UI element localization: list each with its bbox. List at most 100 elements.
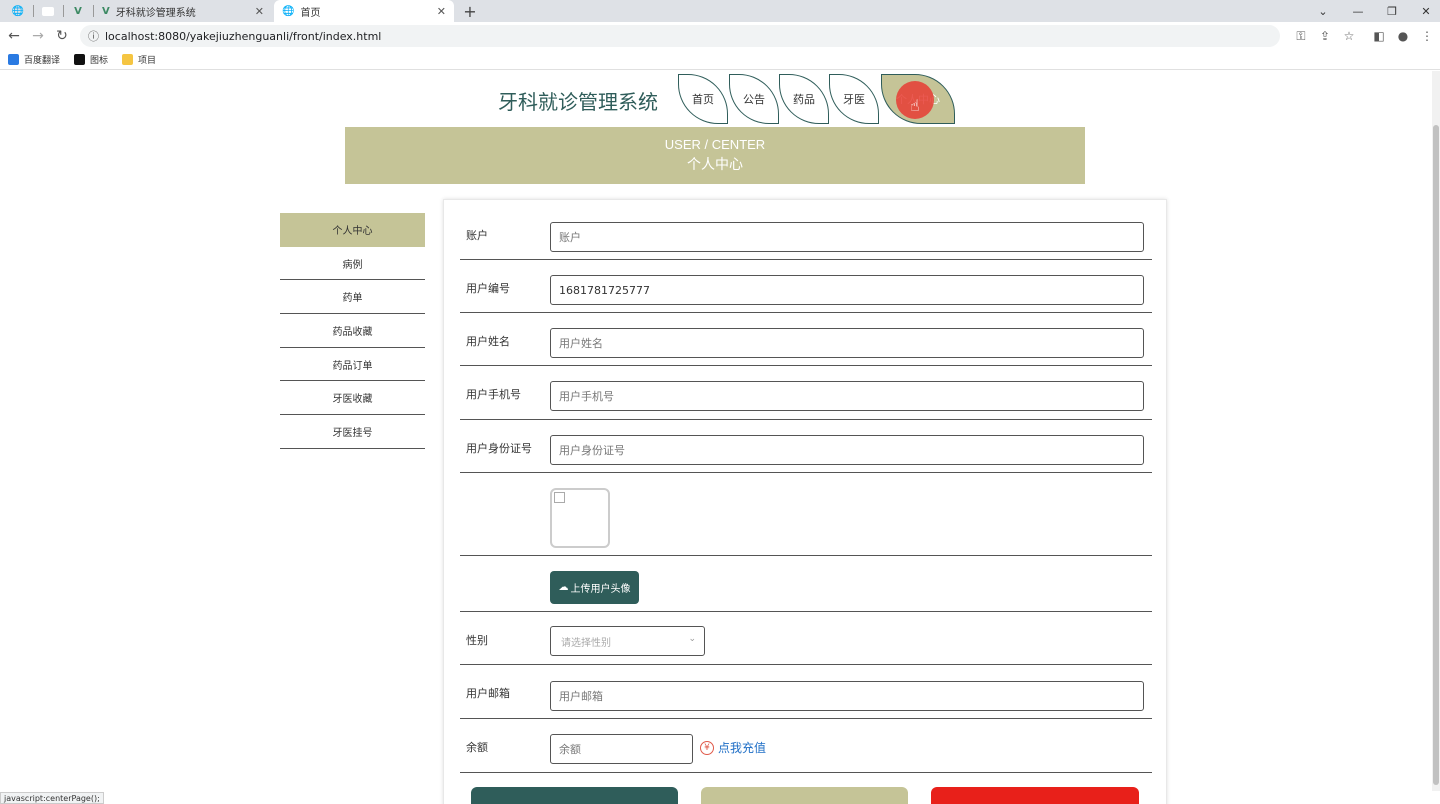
nav-home[interactable]: 首页	[678, 74, 728, 124]
forward-icon[interactable]: →	[28, 26, 48, 46]
form-row-user-no: 用户编号 1681781725777	[460, 267, 1152, 313]
folder-icon	[122, 54, 133, 65]
page-banner: USER / CENTER 个人中心	[345, 127, 1085, 184]
update-button[interactable]	[471, 787, 678, 804]
site-title: 牙科就诊管理系统	[498, 90, 658, 114]
form-row-name: 用户姓名 用户姓名	[460, 320, 1152, 366]
translate-icon	[8, 54, 19, 65]
avatar-preview	[550, 488, 610, 548]
new-tab-icon[interactable]: +	[460, 0, 480, 22]
bookmark-label: 项目	[138, 56, 157, 66]
key-icon[interactable]: ⚿	[1291, 26, 1311, 46]
pinned-tab-blank[interactable]	[34, 0, 62, 22]
vue-logo-icon: V	[74, 5, 82, 17]
account-label: 账户	[466, 229, 488, 242]
tab-title: 牙科就诊管理系统	[115, 7, 196, 19]
name-input[interactable]: 用户姓名	[550, 328, 1144, 358]
globe-icon: 🌐	[282, 5, 295, 17]
profile-icon[interactable]: ●	[1393, 26, 1413, 46]
upload-button-label: 上传用户头像	[570, 584, 631, 595]
nav-medicine[interactable]: 药品	[779, 74, 829, 124]
sidebar-item-dentist-favorites[interactable]: 牙医收藏	[280, 381, 425, 416]
tab-system[interactable]: V 牙科就诊管理系统 ✕	[96, 0, 272, 22]
banner-english: USER / CENTER	[664, 137, 766, 152]
window-close-icon[interactable]: ✕	[1411, 0, 1440, 22]
phone-label: 用户手机号	[466, 388, 521, 401]
tab-home[interactable]: 🌐 首页 ✕	[274, 0, 454, 22]
user-no-label: 用户编号	[466, 282, 510, 295]
bookmarks-bar: 百度翻译 图标 项目	[0, 50, 1440, 70]
phone-input[interactable]: 用户手机号	[550, 381, 1144, 411]
image-icon	[74, 54, 85, 65]
chevron-down-icon: ⌄	[688, 634, 696, 644]
tab-title: 首页	[300, 7, 321, 19]
upload-avatar-button[interactable]: ☁ 上传用户头像	[550, 571, 639, 604]
vue-logo-icon: V	[102, 5, 110, 17]
cloud-upload-icon: ☁	[558, 582, 569, 593]
close-icon[interactable]: ✕	[255, 5, 264, 18]
balance-label: 余额	[466, 741, 488, 754]
back-icon[interactable]: ←	[4, 26, 24, 46]
user-no-input[interactable]: 1681781725777	[550, 275, 1144, 305]
form-row-phone: 用户手机号 用户手机号	[460, 373, 1152, 420]
delete-button[interactable]	[931, 787, 1139, 804]
sidebar-item-medicine-orders[interactable]: 药品订单	[280, 348, 425, 382]
idcard-input[interactable]: 用户身份证号	[550, 435, 1144, 465]
sidebar-item-dentist-registration[interactable]: 牙医挂号	[280, 415, 425, 449]
form-row-balance: 余额 余额 ¥ 点我充值	[460, 719, 1152, 773]
sidebar-item-prescriptions[interactable]: 药单	[280, 280, 425, 315]
share-icon[interactable]: ⇪	[1315, 26, 1335, 46]
recharge-label: 点我充值	[718, 741, 767, 755]
tab-search-icon[interactable]: ⌄	[1308, 0, 1338, 22]
sidebar-item-medicine-favorites[interactable]: 药品收藏	[280, 314, 425, 348]
sidebar-item-user-center[interactable]: 个人中心	[280, 213, 425, 247]
menu-icon[interactable]: ⋮	[1417, 26, 1437, 46]
bookmark-item[interactable]: 图标	[74, 53, 108, 66]
sidebar: 个人中心 病例 药单 药品收藏 药品订单 牙医收藏 牙医挂号	[280, 213, 425, 449]
address-bar[interactable]: ⓘ localhost:8080/yakejiuzhenguanli/front…	[80, 25, 1280, 47]
browser-tab-bar: 🌐 V V 牙科就诊管理系统 ✕ 🌐 首页 ✕ + ⌄ — ❐ ✕	[0, 0, 1440, 22]
browser-toolbar: ← → ↻ ⓘ localhost:8080/yakejiuzhenguanli…	[0, 22, 1440, 50]
email-label: 用户邮箱	[466, 687, 510, 700]
account-input[interactable]: 账户	[550, 222, 1144, 252]
form-row-avatar	[460, 473, 1152, 556]
yen-icon: ¥	[700, 740, 714, 755]
bookmark-label: 百度翻译	[24, 56, 61, 66]
gender-select-placeholder: 请选择性别	[561, 637, 611, 649]
bookmark-label: 图标	[90, 56, 109, 66]
status-bar: javascript:centerPage();	[0, 792, 104, 804]
name-label: 用户姓名	[466, 335, 510, 348]
restore-icon[interactable]: ❐	[1377, 0, 1407, 22]
info-icon[interactable]: ⓘ	[88, 28, 99, 44]
gender-select[interactable]: 请选择性别 ⌄	[550, 626, 705, 656]
logout-button[interactable]	[701, 787, 908, 804]
blank-page-icon	[42, 6, 54, 16]
nav-dentist[interactable]: 牙医	[829, 74, 879, 124]
sidepanel-icon[interactable]: ◧	[1369, 26, 1389, 46]
hand-cursor-icon: ☝	[910, 96, 920, 115]
url-text: localhost:8080/yakejiuzhenguanli/front/i…	[105, 29, 382, 43]
sidebar-item-cases[interactable]: 病例	[280, 247, 425, 281]
banner-chinese: 个人中心	[687, 157, 743, 173]
form-row-gender: 性别 请选择性别 ⌄	[460, 612, 1152, 665]
globe-icon: 🌐	[11, 5, 25, 17]
profile-form: 账户 账户 用户编号 1681781725777 用户姓名 用户姓名 用户手机号…	[443, 199, 1167, 804]
nav-notice[interactable]: 公告	[729, 74, 779, 124]
scrollbar-thumb[interactable]	[1433, 125, 1439, 785]
bookmark-item[interactable]: 百度翻译	[8, 53, 60, 66]
broken-image-icon	[554, 492, 565, 503]
form-row-account: 账户 账户	[460, 214, 1152, 260]
minimize-icon[interactable]: —	[1343, 0, 1373, 22]
recharge-link[interactable]: ¥ 点我充值	[700, 739, 766, 756]
bookmark-item[interactable]: 项目	[122, 53, 156, 66]
reload-icon[interactable]: ↻	[52, 26, 72, 46]
close-icon[interactable]: ✕	[437, 5, 446, 18]
email-input[interactable]: 用户邮箱	[550, 681, 1144, 711]
form-row-email: 用户邮箱 用户邮箱	[460, 665, 1152, 719]
page-scrollbar[interactable]	[1432, 71, 1440, 791]
form-row-idcard: 用户身份证号 用户身份证号	[460, 427, 1152, 473]
pinned-tab-globe[interactable]: 🌐	[4, 0, 32, 22]
balance-input[interactable]: 余额	[550, 734, 693, 764]
star-icon[interactable]: ☆	[1339, 26, 1359, 46]
pinned-tab-vue[interactable]: V	[64, 0, 92, 22]
